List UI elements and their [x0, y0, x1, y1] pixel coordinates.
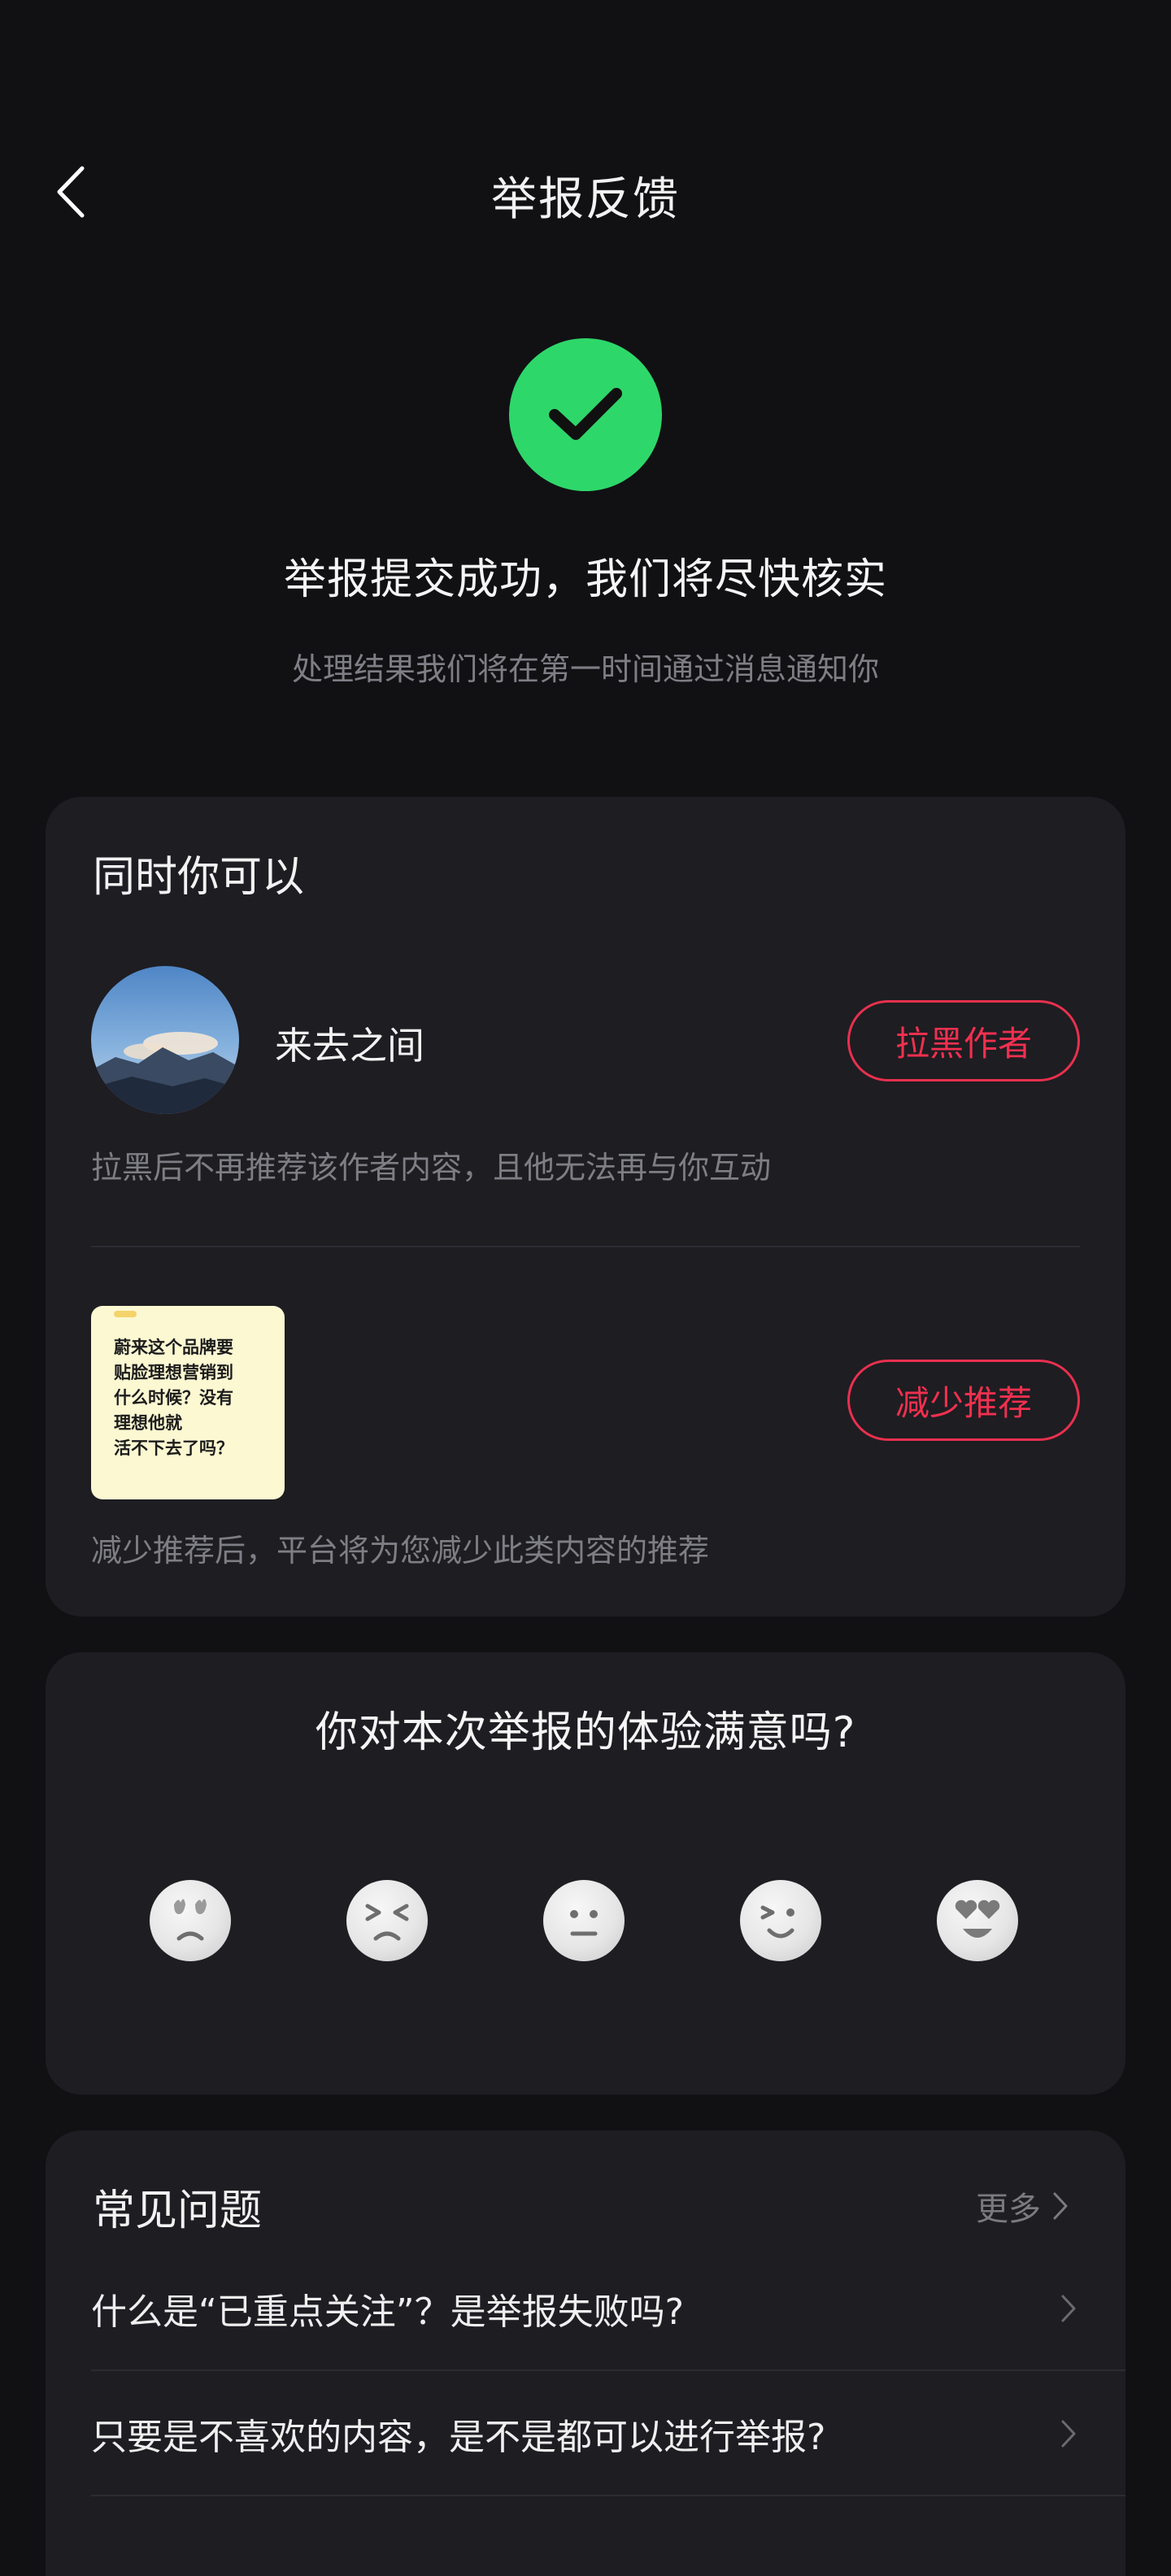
smiling-face-icon[interactable] — [740, 1880, 821, 1961]
checkmark-icon — [549, 388, 622, 440]
faq-more-link[interactable]: 更多 — [976, 2182, 1069, 2230]
report-feedback-page: 举报反馈 举报提交成功，我们将尽快核实 处理结果我们将在第一时间通过消息通知你 … — [0, 0, 1171, 2576]
faq-title: 常见问题 — [93, 2187, 263, 2235]
faq-item[interactable]: 什么是“已重点关注”？是举报失败吗? — [91, 2247, 1125, 2371]
author-avatar[interactable] — [91, 966, 239, 1114]
chevron-right-icon — [1061, 2295, 1076, 2322]
header: 举报反馈 — [0, 130, 1171, 252]
actions-card: 同时你可以 来去之间 拉黑作者 拉黑后不再推荐该作者内容，且他无法再与你互动 蔚… — [46, 797, 1125, 1617]
success-badge — [509, 338, 662, 491]
faq-question: 什么是“已重点关注”？是举报失败吗? — [91, 2291, 684, 2333]
angry-face-icon[interactable] — [150, 1880, 231, 1961]
success-title: 举报提交成功，我们将尽快核实 — [283, 555, 887, 604]
faq-question: 只要是不喜欢的内容，是不是都可以进行举报? — [91, 2417, 826, 2458]
squinting-sad-face-icon[interactable] — [346, 1880, 428, 1961]
chevron-right-icon — [1061, 2420, 1076, 2448]
content-thumbnail[interactable]: 蔚来这个品牌要 贴脸理想营销到 什么时候？没有 理想他就 活不下去了吗？ — [91, 1306, 285, 1499]
avatar-image — [91, 966, 239, 1114]
rating-card: 你对本次举报的体验满意吗? — [46, 1652, 1125, 2095]
reduce-description: 减少推荐后，平台将为您减少此类内容的推荐 — [91, 1533, 710, 1569]
chevron-right-icon — [1053, 2192, 1068, 2220]
rating-title: 你对本次举报的体验满意吗? — [315, 1708, 856, 1757]
author-name: 来去之间 — [275, 1024, 424, 1068]
faq-more-label: 更多 — [976, 2191, 1041, 2228]
faq-item[interactable]: 只要是不喜欢的内容，是不是都可以进行举报? — [91, 2373, 1125, 2496]
thumbnail-text: 蔚来这个品牌要 贴脸理想营销到 什么时候？没有 理想他就 活不下去了吗？ — [114, 1338, 233, 1458]
heart-eyes-face-icon[interactable] — [937, 1880, 1018, 1961]
reduce-recommendation-button[interactable]: 减少推荐 — [847, 1360, 1080, 1441]
thumbnail-decoration — [114, 1311, 137, 1317]
neutral-face-icon[interactable] — [543, 1880, 625, 1961]
actions-heading: 同时你可以 — [93, 853, 305, 902]
block-author-button[interactable]: 拉黑作者 — [847, 1000, 1080, 1081]
block-description: 拉黑后不再推荐该作者内容，且他无法再与你互动 — [91, 1150, 772, 1186]
emoji-rating-row — [46, 1880, 1125, 1961]
success-subtitle: 处理结果我们将在第一时间通过消息通知你 — [291, 651, 879, 687]
page-title: 举报反馈 — [491, 173, 680, 226]
divider — [91, 1246, 1080, 1247]
faq-card: 常见问题 更多 什么是“已重点关注”？是举报失败吗? 只要是不喜欢的内容，是不是… — [46, 2130, 1125, 2576]
